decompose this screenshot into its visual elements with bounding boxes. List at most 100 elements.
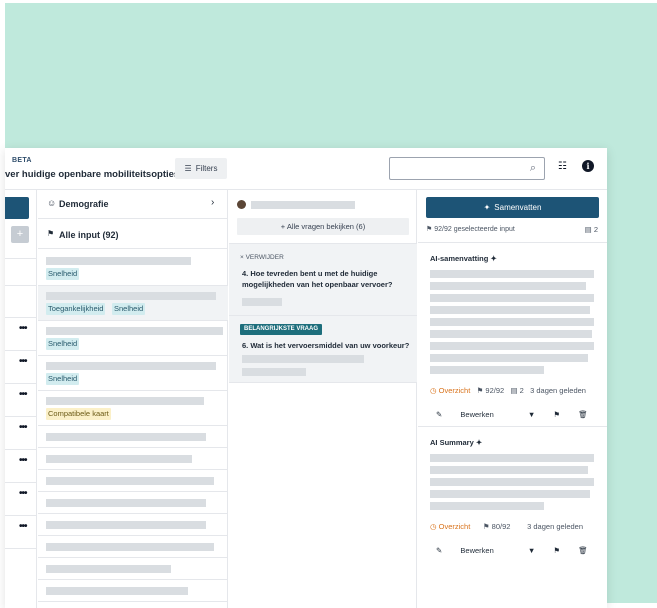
text-placeholder [430, 454, 594, 462]
flag-icon[interactable]: ⚑ [553, 410, 560, 419]
text-placeholder [242, 368, 306, 376]
edit-button[interactable]: ✎ Bewerken [436, 410, 510, 419]
sparkle-icon: ✦ [490, 254, 497, 263]
summary-meta: ◷ Overzicht ⚑ 80/92 3 dagen geleden [430, 522, 583, 531]
input-list-panel: ☺ Demografie › ⚑ Alle input (92) Snelhei… [38, 190, 228, 608]
more-icon[interactable]: ••• [19, 422, 27, 433]
text-placeholder [46, 362, 216, 370]
summary-actions: ✎ Bewerken ▼ ⚑ 🗑 [436, 546, 604, 555]
summarize-button[interactable]: ✦ Samenvatten [426, 197, 599, 218]
list-item[interactable]: Snelheid [38, 356, 228, 391]
edit-label: Bewerken [460, 410, 494, 419]
document-icon: ▤ [584, 225, 592, 234]
overview-link[interactable]: ◷ Overzicht [430, 522, 472, 531]
text-placeholder [251, 201, 355, 209]
list-item[interactable] [38, 514, 228, 536]
info-icon[interactable]: i [582, 160, 594, 172]
edit-button[interactable]: ✎ Bewerken [436, 546, 510, 555]
list-item[interactable]: Snelheid [38, 321, 228, 356]
list-item[interactable]: Toegankelijkheid Snelheid [38, 286, 228, 321]
rail-add-button[interactable]: + [11, 226, 29, 243]
flag-icon: ⚑ [426, 226, 433, 233]
clock-icon: ◷ [430, 386, 437, 395]
edit-label: Bewerken [460, 546, 494, 555]
text-placeholder [46, 565, 171, 573]
text-placeholder [46, 477, 214, 485]
list-item[interactable] [38, 580, 228, 602]
tag: Snelheid [46, 373, 80, 385]
more-icon[interactable]: ••• [19, 488, 27, 499]
sparkle-icon: ✦ [483, 203, 491, 212]
more-icon[interactable]: ••• [19, 455, 27, 466]
flag-icon[interactable]: ⚑ [553, 546, 560, 555]
pencil-icon: ✎ [436, 410, 443, 419]
remove-question-button[interactable]: × VERWIJDER [240, 254, 284, 261]
list-view-icon[interactable]: ☷ [558, 161, 567, 172]
all-input-label: Alle input (92) [59, 230, 119, 240]
text-placeholder [46, 257, 191, 265]
text-placeholder [242, 298, 282, 306]
divider [5, 416, 37, 417]
rail-primary-button[interactable] [5, 197, 29, 219]
filter-icon[interactable]: ▼ [528, 546, 535, 555]
summarize-label: Samenvatten [494, 203, 542, 212]
demografie-row[interactable]: ☺ Demografie › [38, 190, 228, 219]
divider [5, 258, 37, 259]
tag: Toegankelijkheid [46, 303, 106, 315]
selected-input-text: 92/92 geselecteerde input [434, 226, 515, 233]
tag: Snelheid [112, 303, 146, 315]
text-placeholder [46, 397, 204, 405]
list-item[interactable] [38, 470, 228, 492]
overview-label: Overzicht [438, 522, 471, 531]
list-item[interactable] [38, 536, 228, 558]
app-window: BETA ver huidige openbare mobiliteitsopt… [5, 148, 607, 608]
view-all-questions-button[interactable]: + Alle vragen bekijken (6) [237, 218, 409, 235]
list-item[interactable] [38, 492, 228, 514]
overview-label: Overzicht [438, 386, 471, 395]
list-item[interactable] [38, 448, 228, 470]
flag-icon: ⚑ [476, 386, 484, 395]
question-card[interactable]: BELANGRIJKSTE VRAAG 6. Wat is het vervoe… [229, 315, 417, 383]
selected-count-value: 2 [593, 225, 598, 234]
more-icon[interactable]: ••• [19, 356, 27, 367]
text-placeholder [46, 327, 223, 335]
search-input[interactable]: ⌕ [389, 157, 545, 180]
text-placeholder [430, 478, 594, 486]
list-item[interactable]: Compatibele kaart [38, 391, 228, 426]
timestamp: 3 dagen geleden [530, 386, 586, 395]
trash-icon[interactable]: 🗑 [578, 546, 588, 555]
question-card[interactable]: × VERWIJDER 4. Hoe tevreden bent u met d… [229, 243, 417, 315]
selected-count: ▤ 2 [585, 225, 598, 234]
divider [5, 449, 37, 450]
divider [5, 350, 37, 351]
filters-button[interactable]: ☰ Filters [175, 158, 227, 179]
divider [5, 317, 37, 318]
list-item[interactable] [38, 558, 228, 580]
people-icon: ☺ [47, 198, 57, 208]
pencil-icon: ✎ [436, 546, 443, 555]
text-placeholder [430, 354, 588, 362]
document-icon: ▤ [510, 386, 518, 395]
list-item[interactable] [38, 426, 228, 448]
divider [5, 285, 37, 286]
text-placeholder [242, 355, 364, 363]
more-icon[interactable]: ••• [19, 389, 27, 400]
trash-icon[interactable]: 🗑 [578, 410, 588, 419]
questions-header: + Alle vragen bekijken (6) [229, 190, 417, 243]
filter-icon[interactable]: ▼ [528, 410, 535, 419]
text-placeholder [430, 330, 592, 338]
summary-section: AI Summary ✦ ◷ Overzicht ⚑ 80/92 3 dagen… [418, 426, 607, 566]
input-count: 80/92 [491, 522, 511, 531]
text-placeholder [430, 294, 594, 302]
all-input-row[interactable]: ⚑ Alle input (92) [38, 219, 228, 249]
more-icon[interactable]: ••• [19, 521, 27, 532]
summary-title-text: AI-samenvatting [430, 254, 489, 263]
text-placeholder [46, 521, 206, 529]
text-placeholder [430, 282, 586, 290]
overview-link[interactable]: ◷ Overzicht [430, 386, 472, 395]
list-item[interactable]: Snelheid [38, 249, 228, 286]
more-icon[interactable]: ••• [19, 323, 27, 334]
tag: Compatibele kaart [46, 408, 111, 420]
divider [5, 548, 37, 549]
text-placeholder [46, 543, 214, 551]
